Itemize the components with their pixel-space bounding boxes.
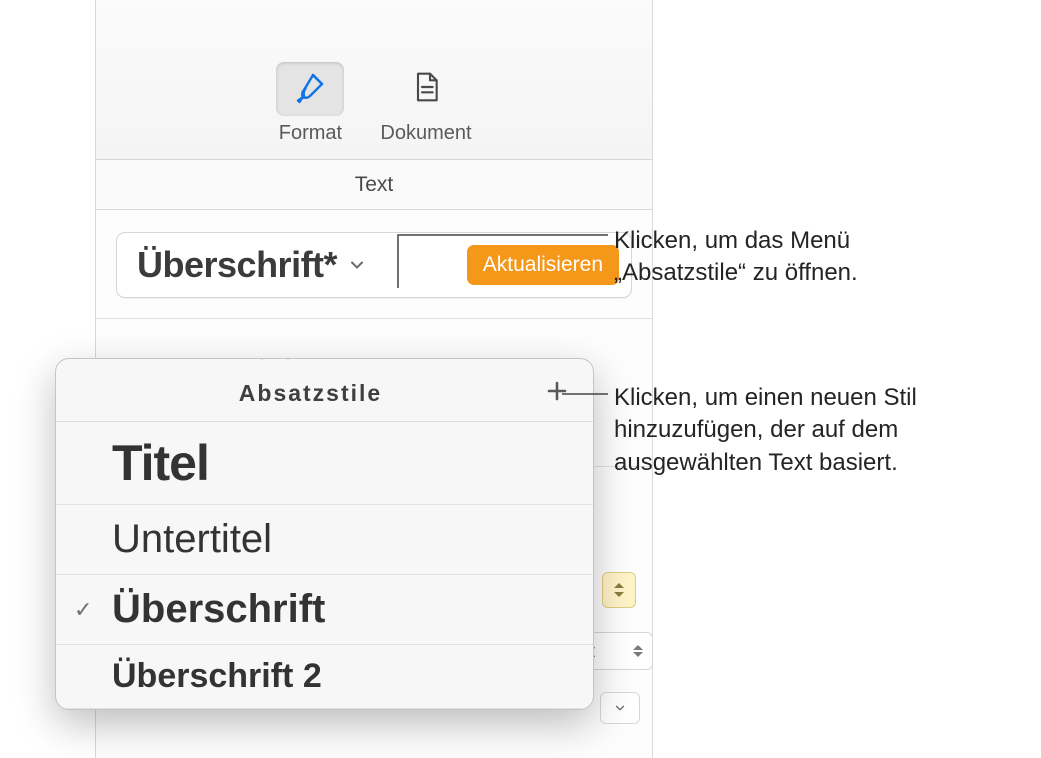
callout-open-menu: Klicken, um das Menü „Absatzstile“ zu öf… xyxy=(614,225,984,290)
callout-add-style: Klicken, um einen neuen Stil hinzuzufüge… xyxy=(614,382,984,479)
stage: Format Dokument Text xyxy=(0,0,1041,758)
